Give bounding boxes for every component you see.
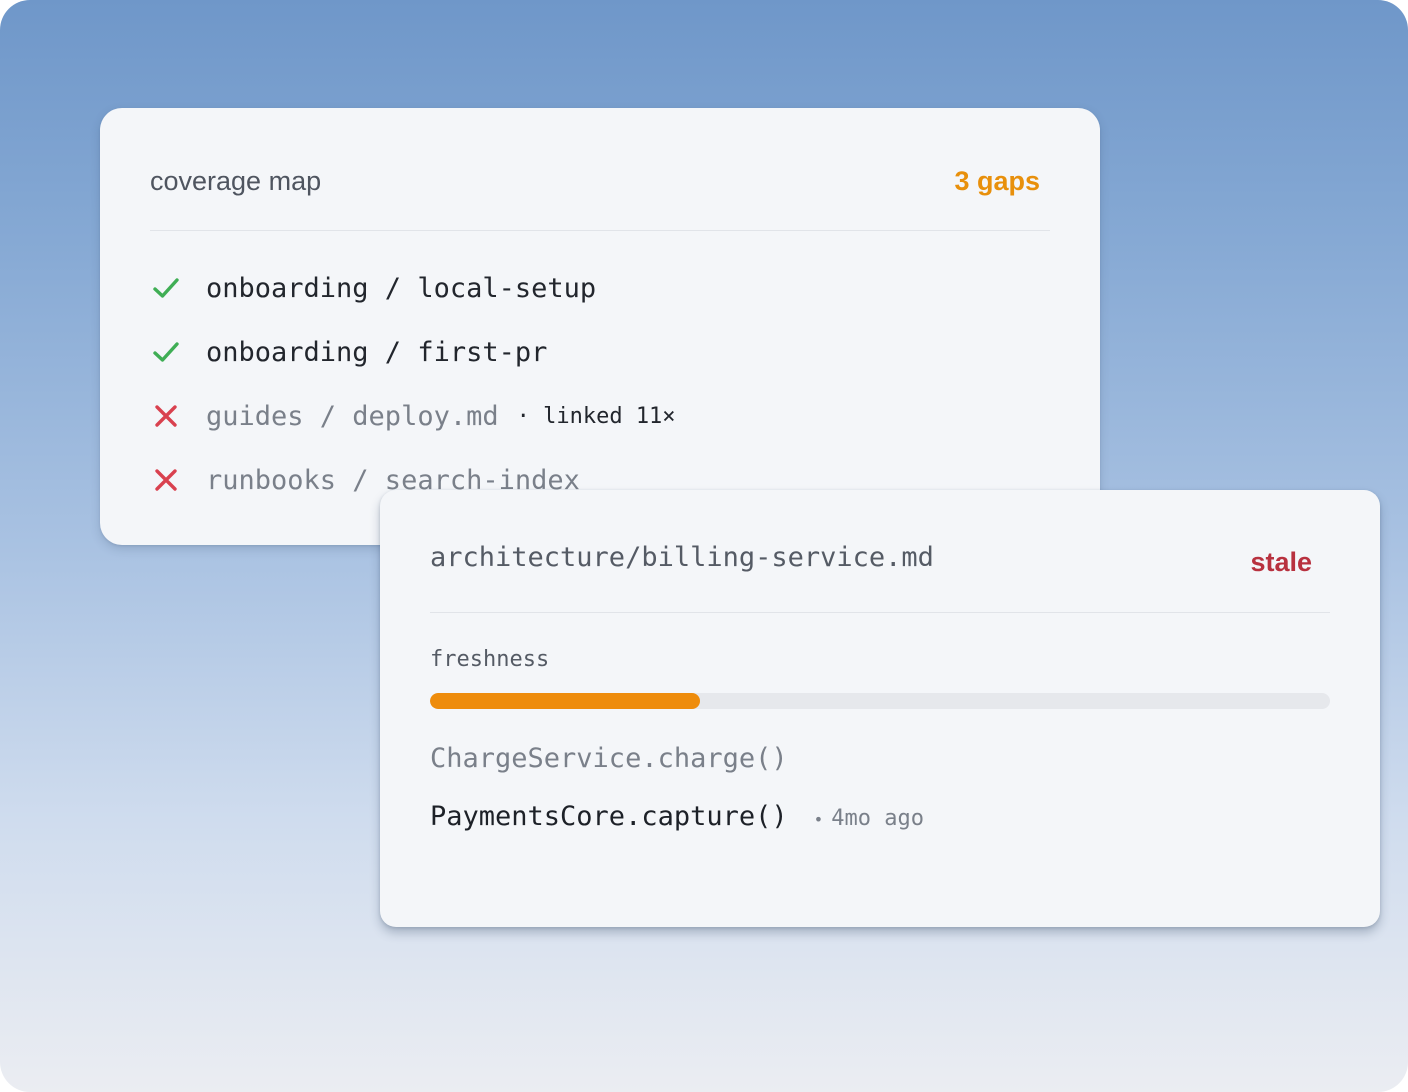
gaps-badge[interactable]: 3 gaps (954, 166, 1040, 197)
stale-badge: stale (1250, 547, 1312, 577)
coverage-title: coverage map (150, 166, 322, 196)
check-icon (150, 272, 182, 304)
background: coverage map 3 gaps onboarding / local-s… (0, 0, 1408, 1092)
coverage-item-path: onboarding / first-pr (206, 336, 548, 368)
new-symbol-row: PaymentsCore.capture() • 4mo ago (430, 801, 924, 832)
cross-icon (150, 400, 182, 432)
coverage-item[interactable]: onboarding / local-setup (150, 256, 676, 320)
age-text: 4mo ago (831, 806, 924, 831)
document-card: architecture/billing-service.md stale fr… (380, 490, 1380, 927)
coverage-item-path: onboarding / local-setup (206, 272, 597, 304)
check-icon (150, 336, 182, 368)
coverage-item[interactable]: onboarding / first-pr (150, 320, 676, 384)
freshness-bar (430, 693, 1330, 709)
coverage-item[interactable]: guides / deploy.md · linked 11× (150, 384, 676, 448)
age-dot: • (813, 810, 824, 829)
document-divider (430, 612, 1330, 613)
freshness-bar-fill (430, 693, 700, 709)
coverage-map-card: coverage map 3 gaps onboarding / local-s… (100, 108, 1100, 545)
coverage-item-path: guides / deploy.md (206, 400, 499, 432)
cross-icon (150, 464, 182, 496)
coverage-divider (150, 230, 1050, 231)
document-path[interactable]: architecture/billing-service.md (430, 542, 934, 573)
freshness-label: freshness (430, 647, 550, 672)
old-symbol[interactable]: ChargeService.charge() (430, 743, 788, 774)
symbol-age: • 4mo ago (814, 806, 924, 831)
new-symbol[interactable]: PaymentsCore.capture() (430, 801, 788, 832)
coverage-list: onboarding / local-setup onboarding / fir… (150, 256, 676, 512)
link-count: · linked 11× (516, 403, 676, 429)
